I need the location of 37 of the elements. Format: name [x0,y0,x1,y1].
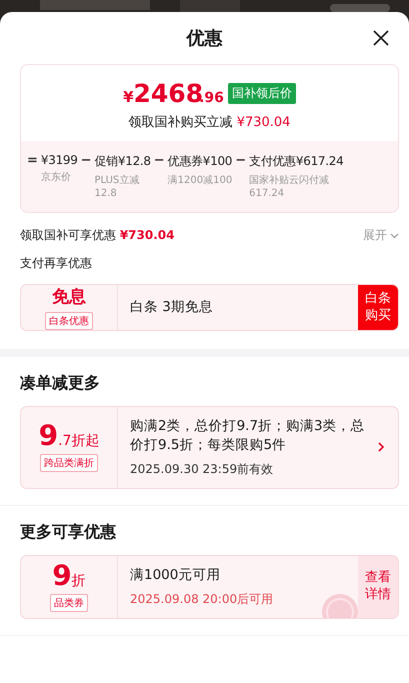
coupon-value: 免息 [52,286,86,308]
chevron-right-icon[interactable] [376,442,386,452]
price-component: 支付优惠¥617.24 [249,153,344,170]
section-title: 更多可享优惠 [20,522,117,543]
operator: − [80,153,92,170]
price-note: 满1200减100 [168,174,232,187]
buy-button[interactable]: 白条购买 [358,285,398,330]
operator: − [154,153,165,170]
price-note: PLUS立减 12.8 [94,174,140,200]
validity-date: 2025.09.08 20:00后可用 [130,590,274,608]
validity-date: 2025.09.30 23:59前有效 [130,460,274,478]
coupon-tag: 品类券 [50,594,88,612]
coupon-value: 9折 [52,562,86,590]
price-note: 京东价 [40,171,72,184]
coupon-description: 白条 3期免息 [130,298,214,317]
close-icon[interactable] [371,28,391,48]
price-component: ¥3199 [40,153,78,167]
expand-toggle[interactable]: 展开 [363,227,399,244]
details-button[interactable]: 查看详情 [358,556,398,618]
operator: = [27,153,38,170]
saving-text: 领取国补购买立减 ¥730.04 [128,114,290,131]
price-component: 优惠券¥100 [168,153,232,170]
operator: − [235,153,246,170]
coupon-description: 购满2类，总价打9.7折；购满3类，总价打9.5折；每类限购5件 [130,417,366,455]
coupon-tag: 跨品类满折 [40,454,98,472]
chevron-down-icon[interactable] [390,232,399,238]
section-title: 凑单减更多 [20,373,101,394]
price-note: 国家补贴云闪付减 617.24 [249,174,330,200]
final-price: ¥2468.96 [123,79,224,108]
section-subtitle: 支付再享优惠 [20,255,93,272]
subsidy-text: 领取国补可享优惠 ¥730.04 [20,227,174,244]
price-component: 促销¥12.8 [94,153,151,170]
coupon-description: 满1000元可用 [130,566,222,585]
coupon-tag: 白条优惠 [45,312,93,330]
coupon-value: 9.7折起 [38,422,100,450]
subsidy-badge: 国补领后价 [228,83,296,104]
sheet-title: 优惠 [186,27,222,50]
